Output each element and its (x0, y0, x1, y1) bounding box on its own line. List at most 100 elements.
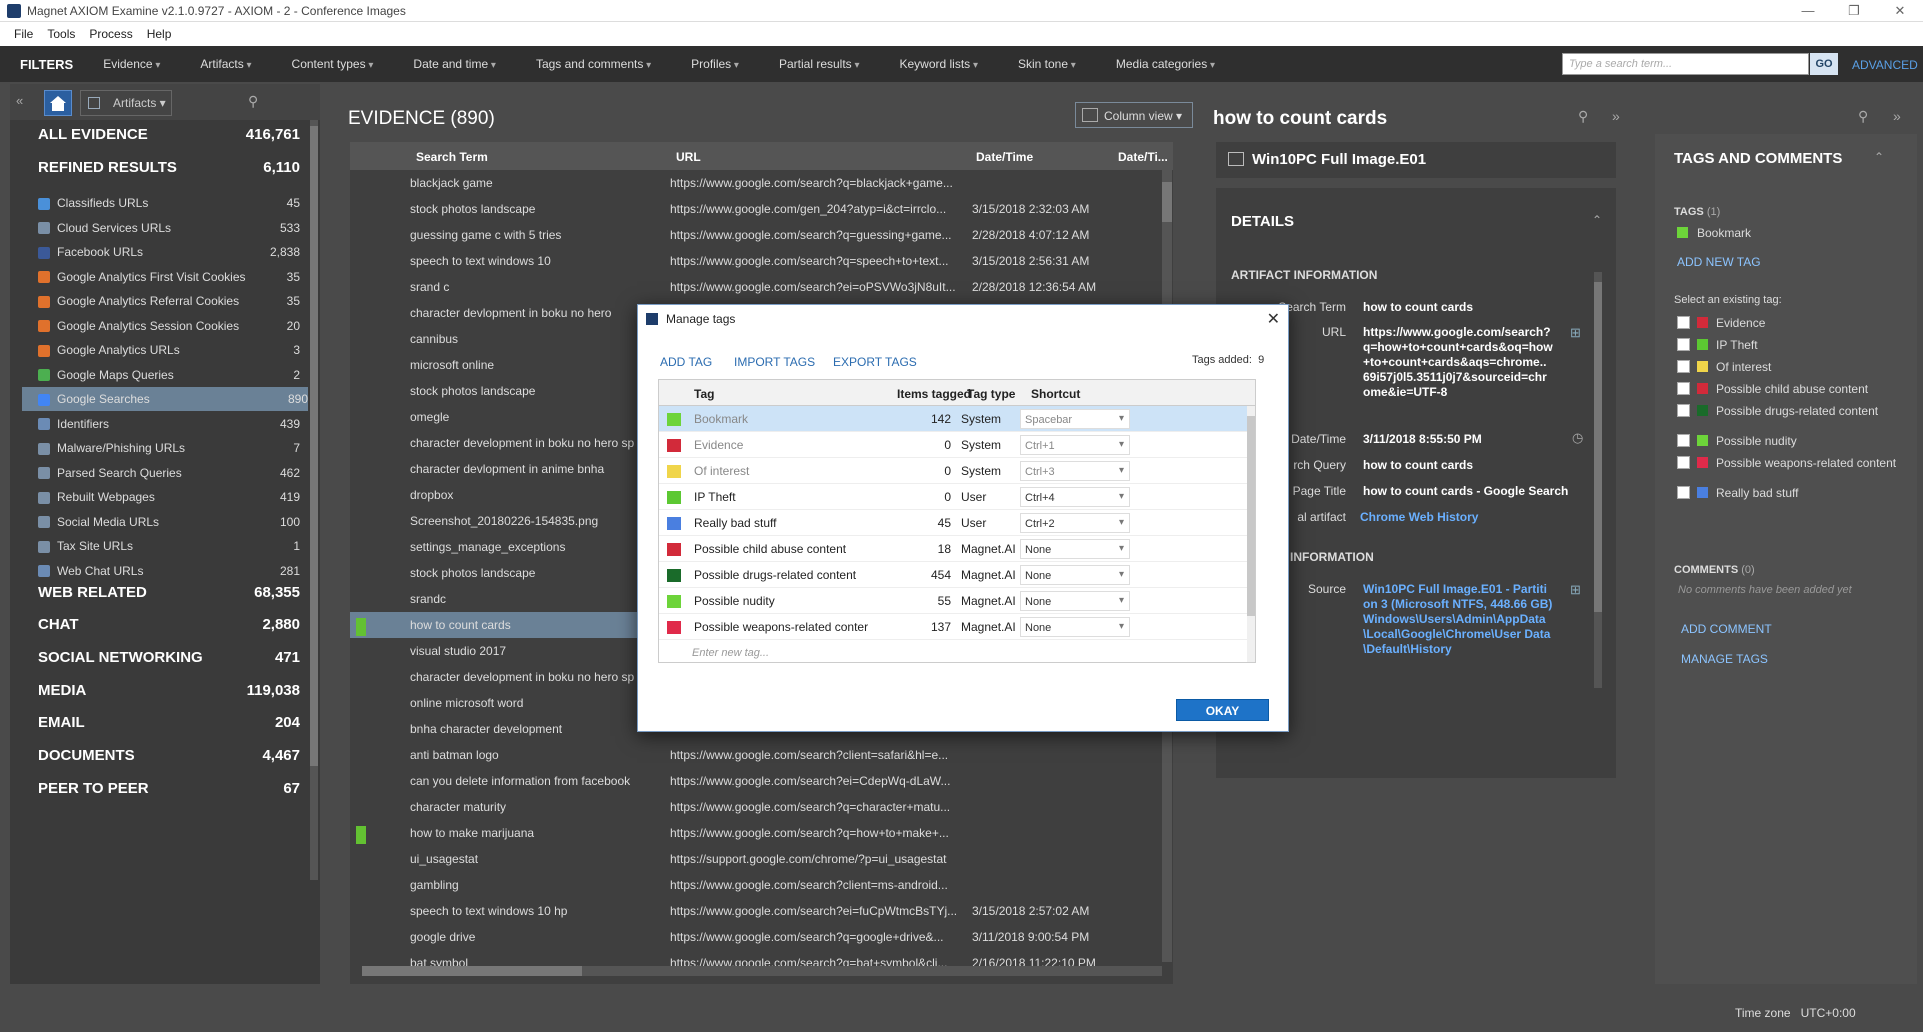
section-web-related[interactable]: WEB RELATED 68,355 (38, 584, 300, 601)
search-input[interactable]: Type a search term... (1562, 53, 1809, 75)
minimize-icon[interactable]: — (1785, 3, 1831, 19)
table-row[interactable]: blackjack game https://www.google.com/se… (350, 170, 1173, 196)
existing-tag-label[interactable]: Possible weapons-related content (1716, 456, 1906, 470)
search-icon[interactable]: ⚲ (248, 93, 258, 110)
tag-row[interactable]: Possible drugs-related content 454 Magne… (659, 562, 1247, 588)
tag-name[interactable]: IP Theft (694, 490, 736, 504)
details-search-icon[interactable]: ⚲ (1578, 108, 1588, 125)
shortcut-dropdown[interactable]: Ctrl+3 (1020, 461, 1130, 481)
collapse-details-icon[interactable]: ⌃ (1592, 213, 1602, 227)
restore-icon[interactable]: ❐ (1831, 3, 1877, 19)
import-tags-button[interactable]: IMPORT TAGS (734, 355, 815, 369)
shortcut-dropdown[interactable]: None (1020, 591, 1130, 611)
shortcut-dropdown[interactable]: Spacebar (1020, 409, 1130, 429)
timezone-value[interactable]: UTC+0:00 (1801, 1006, 1856, 1020)
dialog-close-icon[interactable]: ✕ (1267, 309, 1280, 329)
clock-icon[interactable]: ◷ (1572, 430, 1583, 446)
all-evidence-row[interactable]: ALL EVIDENCE 416,761 (38, 126, 300, 143)
table-row[interactable]: ui_usagestat https://support.google.com/… (350, 846, 1173, 872)
table-row[interactable]: stock photos landscape https://www.googl… (350, 196, 1173, 222)
sidebar-item-facebook-urls[interactable]: Facebook URLs 2,838 (38, 240, 300, 264)
tag-checkbox[interactable] (1677, 360, 1690, 373)
source-link-icon[interactable]: ⊞ (1570, 582, 1581, 598)
close-icon[interactable]: ✕ (1877, 3, 1923, 19)
sidebar-item-google-analytics-first-visit-cookies[interactable]: Google Analytics First Visit Cookies 35 (38, 265, 300, 289)
manage-tags-link[interactable]: MANAGE TAGS (1681, 652, 1768, 666)
filter-keyword-lists[interactable]: Keyword lists (899, 57, 978, 71)
add-comment-link[interactable]: ADD COMMENT (1681, 622, 1772, 636)
left-scrollbar[interactable] (310, 120, 318, 880)
go-button[interactable]: GO (1810, 53, 1838, 75)
filter-media-categories[interactable]: Media categories (1116, 57, 1215, 71)
artifact-link[interactable]: Chrome Web History (1360, 510, 1478, 524)
section-chat[interactable]: CHAT 2,880 (38, 616, 300, 633)
tags-search-icon[interactable]: ⚲ (1858, 108, 1868, 125)
filter-profiles[interactable]: Profiles (691, 57, 739, 71)
source-link[interactable]: Win10PC Full Image.E01 - Partition 3 (Mi… (1363, 582, 1553, 657)
tags-table-scrollbar[interactable] (1247, 406, 1255, 662)
col-tag[interactable]: Tag (694, 387, 714, 401)
link-icon[interactable]: ⊞ (1570, 325, 1581, 341)
table-row[interactable]: character maturity https://www.google.co… (350, 794, 1173, 820)
menu-help[interactable]: Help (147, 27, 172, 41)
column-view-button[interactable]: Column view ▾ (1075, 102, 1193, 128)
tag-row[interactable]: Possible weapons-related conter 137 Magn… (659, 614, 1247, 640)
tag-checkbox[interactable] (1677, 434, 1690, 447)
details-scrollbar[interactable] (1594, 272, 1602, 688)
tag-row[interactable]: Possible child abuse content 18 Magnet.A… (659, 536, 1247, 562)
sidebar-item-social-media-urls[interactable]: Social Media URLs 100 (38, 510, 300, 534)
tag-row[interactable]: IP Theft 0 User Ctrl+4 (659, 484, 1247, 510)
sidebar-item-rebuilt-webpages[interactable]: Rebuilt Webpages 419 (38, 485, 300, 509)
sidebar-item-google-analytics-session-cookies[interactable]: Google Analytics Session Cookies 20 (38, 314, 300, 338)
col-search-term[interactable]: Search Term (416, 150, 488, 164)
add-new-tag-link[interactable]: ADD NEW TAG (1677, 255, 1761, 269)
collapse-left-icon[interactable]: « (16, 93, 23, 108)
tag-checkbox[interactable] (1677, 338, 1690, 351)
section-email[interactable]: EMAIL 204 (38, 714, 300, 731)
tag-checkbox[interactable] (1677, 456, 1690, 469)
existing-tag-label[interactable]: Evidence (1716, 316, 1906, 330)
col-date-time[interactable]: Date/Time (976, 150, 1033, 164)
tag-checkbox[interactable] (1677, 404, 1690, 417)
table-row[interactable]: guessing game c with 5 tries https://www… (350, 222, 1173, 248)
tag-row[interactable]: Evidence 0 System Ctrl+1 (659, 432, 1247, 458)
table-row[interactable]: speech to text windows 10 https://www.go… (350, 248, 1173, 274)
existing-tag-label[interactable]: Really bad stuff (1716, 486, 1906, 500)
filter-artifacts[interactable]: Artifacts (200, 57, 251, 71)
tag-name[interactable]: Possible child abuse content (694, 542, 846, 556)
section-social-networking[interactable]: SOCIAL NETWORKING 471 (38, 649, 300, 666)
section-peer-to-peer[interactable]: PEER TO PEER 67 (38, 780, 300, 797)
menu-file[interactable]: File (14, 27, 33, 41)
menu-tools[interactable]: Tools (47, 27, 75, 41)
filter-partial-results[interactable]: Partial results (779, 57, 860, 71)
collapse-tags-icon[interactable]: » (1893, 108, 1901, 124)
table-row[interactable]: srand c https://www.google.com/search?ei… (350, 274, 1173, 300)
sidebar-item-google-maps-queries[interactable]: Google Maps Queries 2 (38, 363, 300, 387)
sidebar-item-malware-phishing-urls[interactable]: Malware/Phishing URLs 7 (38, 436, 300, 460)
sidebar-item-tax-site-urls[interactable]: Tax Site URLs 1 (38, 534, 300, 558)
tag-row[interactable]: Bookmark 142 System Spacebar (659, 406, 1247, 432)
filter-tags-comments[interactable]: Tags and comments (536, 57, 651, 71)
tag-row[interactable]: Really bad stuff 45 User Ctrl+2 (659, 510, 1247, 536)
shortcut-dropdown[interactable]: None (1020, 617, 1130, 637)
col-date-time-2[interactable]: Date/Ti... (1118, 150, 1168, 164)
existing-tag-label[interactable]: Possible drugs-related content (1716, 404, 1906, 418)
tag-name[interactable]: Bookmark (694, 412, 748, 426)
tag-checkbox[interactable] (1677, 316, 1690, 329)
sidebar-item-cloud-services-urls[interactable]: Cloud Services URLs 533 (38, 216, 300, 240)
shortcut-dropdown[interactable]: Ctrl+1 (1020, 435, 1130, 455)
col-url[interactable]: URL (676, 150, 701, 164)
sidebar-item-parsed-search-queries[interactable]: Parsed Search Queries 462 (38, 461, 300, 485)
tag-checkbox[interactable] (1677, 486, 1690, 499)
collapse-tags-panel-icon[interactable]: ⌃ (1874, 150, 1884, 164)
tag-name[interactable]: Possible drugs-related content (694, 568, 856, 582)
existing-tag-label[interactable]: Possible child abuse content (1716, 382, 1906, 396)
tag-name[interactable]: Evidence (694, 438, 743, 452)
sidebar-item-google-analytics-urls[interactable]: Google Analytics URLs 3 (38, 338, 300, 362)
existing-tag-label[interactable]: Of interest (1716, 360, 1906, 374)
shortcut-dropdown[interactable]: Ctrl+2 (1020, 513, 1130, 533)
refined-results-row[interactable]: REFINED RESULTS 6,110 (38, 159, 300, 176)
section-media[interactable]: MEDIA 119,038 (38, 682, 300, 699)
menu-process[interactable]: Process (89, 27, 132, 41)
table-row[interactable]: can you delete information from facebook… (350, 768, 1173, 794)
